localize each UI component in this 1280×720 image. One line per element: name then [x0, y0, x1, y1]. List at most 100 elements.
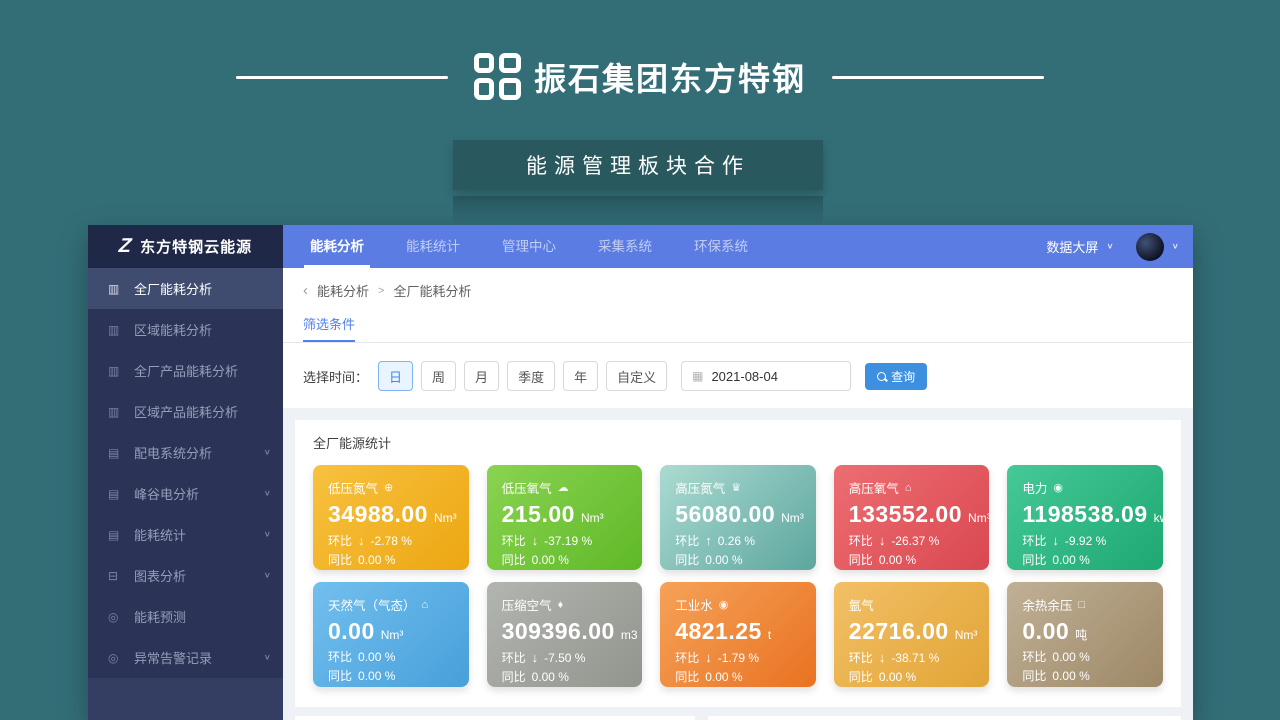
sidebar-item[interactable]: ▤ 能耗统计 ∨: [88, 514, 283, 555]
energy-card: 工业水 ◉ 4821.25 t 环比 ↓ -1.79 % 同比 0.00 %: [660, 582, 816, 687]
card-ratio-row: 环比 ↓ -9.92 %: [1022, 531, 1148, 551]
card-value-row: 215.00 Nm³: [502, 501, 628, 528]
trend-arrow-icon: ↓: [532, 531, 539, 551]
card-unit: Nm³: [968, 511, 989, 525]
card-value: 309396.00: [502, 618, 615, 645]
energy-cards-grid: 低压氮气 ⊕ 34988.00 Nm³ 环比 ↓ -2.78 % 同比 0.00…: [313, 465, 1163, 687]
card-name: 高压氧气: [849, 478, 899, 497]
ratio-value: -38.71 %: [891, 649, 939, 668]
data-screen-link[interactable]: 数据大屏: [1046, 237, 1098, 256]
yoy-label: 同比: [849, 551, 873, 570]
chevron-down-icon[interactable]: ∨: [1106, 242, 1113, 251]
time-option-button[interactable]: 季度: [507, 361, 555, 391]
time-option-button[interactable]: 月: [464, 361, 499, 391]
breadcrumb-item[interactable]: 能耗分析: [317, 281, 369, 300]
sidebar-item-label: 区域产品能耗分析: [134, 402, 264, 421]
section-banner: 能源管理板块合作: [453, 140, 823, 190]
yoy-label: 同比: [502, 551, 526, 570]
card-value-row: 22716.00 Nm³: [849, 618, 975, 645]
energy-type-icon: ◉: [719, 598, 729, 611]
card-ratio-row: 环比 ↓ -2.78 %: [328, 531, 454, 551]
time-option-button[interactable]: 年: [563, 361, 598, 391]
card-name: 电力: [1022, 478, 1047, 497]
card-name: 低压氮气: [328, 478, 378, 497]
ratio-value: -7.50 %: [544, 649, 585, 668]
nav-tab[interactable]: 环保系统: [688, 225, 754, 268]
time-filter-row: 选择时间： 日周月季度年自定义 ▦ 2021-08-04 查询: [283, 343, 1193, 408]
ratio-label: 环比: [328, 532, 352, 551]
sidebar-item[interactable]: ▥ 区域能耗分析 ∨: [88, 309, 283, 350]
time-option-button[interactable]: 周: [421, 361, 456, 391]
sidebar-item[interactable]: ▥ 全厂产品能耗分析 ∨: [88, 350, 283, 391]
nav-tab[interactable]: 管理中心: [496, 225, 562, 268]
yoy-label: 同比: [1022, 667, 1046, 686]
nav-tabs: 能耗分析能耗统计管理中心采集系统环保系统: [289, 225, 769, 268]
logo-square: [499, 78, 521, 100]
energy-card: 氩气 22716.00 Nm³ 环比 ↓ -38.71 % 同比 0.00 %: [834, 582, 990, 687]
yoy-value: 0.00 %: [1052, 667, 1089, 686]
card-unit: Nm³: [381, 628, 404, 642]
sidebar-item-label: 峰谷电分析: [134, 484, 264, 503]
menu-icon: ◎: [108, 610, 123, 624]
breadcrumb-separator: >: [378, 285, 384, 297]
ratio-value: -37.19 %: [544, 532, 592, 551]
sidebar-item[interactable]: ◎ 能耗预测 ∨: [88, 596, 283, 637]
menu-icon: ◎: [108, 651, 123, 665]
energy-card: 压缩空气 ♦ 309396.00 m3 环比 ↓ -7.50 % 同比 0.00…: [487, 582, 643, 687]
energy-type-icon: ◉: [1053, 481, 1063, 494]
tab-filter-conditions[interactable]: 筛选条件: [303, 314, 355, 342]
time-option-group: 日周月季度年自定义: [378, 361, 675, 391]
grid-logo-icon: [474, 53, 522, 101]
card-name: 天然气（气态）: [328, 595, 416, 614]
yoy-label: 同比: [1022, 551, 1046, 570]
sidebar-item[interactable]: ⊟ 图表分析 ∨: [88, 555, 283, 596]
sidebar-item-label: 区域能耗分析: [134, 320, 264, 339]
card-ratio-row: 环比 ↓ -37.19 %: [502, 531, 628, 551]
menu-icon: ▥: [108, 323, 123, 337]
stats-title: 全厂能源统计: [313, 433, 1163, 452]
query-button[interactable]: 查询: [865, 363, 927, 390]
sidebar-item[interactable]: ◎ 异常告警记录 ∨: [88, 637, 283, 678]
card-title: 氩气: [849, 595, 975, 614]
dashboard-screenshot: Z 东方特钢云能源 ▥ 全厂能耗分析 ∨ ▥ 区域能耗分析 ∨ ▥ 全厂产品能耗…: [88, 225, 1193, 720]
yoy-value: 0.00 %: [705, 668, 742, 687]
card-unit: t: [768, 628, 771, 642]
ratio-label: 环比: [675, 532, 699, 551]
decorative-line-right: [832, 76, 1044, 79]
card-yoy-row: 同比 0.00 %: [502, 551, 628, 570]
energy-type-icon: ☁: [558, 481, 569, 494]
avatar[interactable]: [1136, 233, 1164, 261]
sidebar-item[interactable]: ▤ 峰谷电分析 ∨: [88, 473, 283, 514]
logo-square: [474, 78, 494, 100]
nav-tab[interactable]: 能耗统计: [400, 225, 466, 268]
logo-square: [474, 53, 494, 73]
card-value-row: 4821.25 t: [675, 618, 801, 645]
card-value-row: 309396.00 m3: [502, 618, 628, 645]
card-unit: 吨: [1075, 626, 1087, 643]
back-arrow-icon[interactable]: ‹: [303, 283, 308, 298]
ratio-label: 环比: [1022, 532, 1046, 551]
chevron-down-icon[interactable]: ∨: [1172, 242, 1179, 251]
company-title: 振石集团东方特钢: [534, 54, 806, 100]
app-brand: Z 东方特钢云能源: [88, 225, 283, 268]
yoy-value: 0.00 %: [532, 668, 569, 687]
energy-card: 余热余压 □ 0.00 吨 环比 0.00 % 同比 0.00 %: [1007, 582, 1163, 687]
date-picker-input[interactable]: ▦ 2021-08-04: [681, 361, 851, 391]
card-title: 低压氧气 ☁: [502, 478, 628, 497]
ratio-label: 环比: [502, 532, 526, 551]
nav-tab[interactable]: 采集系统: [592, 225, 658, 268]
content-area: ‹ 能耗分析 > 全厂能耗分析 筛选条件 选择时间： 日周月季度年自定义 ▦: [283, 268, 1193, 720]
card-yoy-row: 同比 0.00 %: [328, 551, 454, 570]
sidebar-item[interactable]: ▤ 配电系统分析 ∨: [88, 432, 283, 473]
yoy-value: 0.00 %: [358, 551, 395, 570]
card-yoy-row: 同比 0.00 %: [675, 668, 801, 687]
yoy-label: 同比: [328, 667, 352, 686]
sidebar-item[interactable]: ▥ 全厂能耗分析 ∨: [88, 268, 283, 309]
time-option-button[interactable]: 自定义: [606, 361, 667, 391]
bottom-panel-right: [708, 716, 1181, 720]
time-option-button[interactable]: 日: [378, 361, 413, 391]
sidebar-item[interactable]: ▥ 区域产品能耗分析 ∨: [88, 391, 283, 432]
nav-tab[interactable]: 能耗分析: [304, 225, 370, 268]
sidebar-item-label: 能耗预测: [134, 607, 264, 626]
energy-type-icon: ♛: [731, 481, 741, 494]
